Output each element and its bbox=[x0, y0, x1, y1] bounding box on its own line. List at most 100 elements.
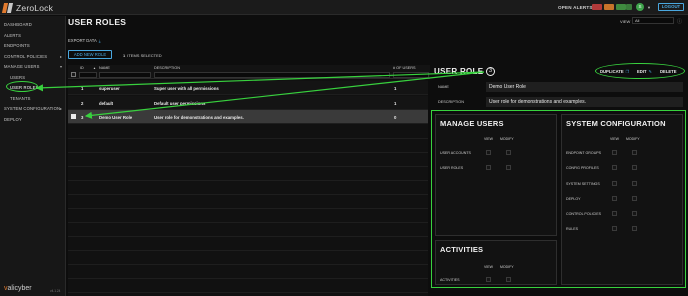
sidebar-item-tenants[interactable]: TENANTS bbox=[10, 96, 31, 101]
modify-checkbox[interactable] bbox=[632, 226, 637, 231]
items-selected-indicator: 1 ITEMS SELECTED bbox=[123, 53, 162, 58]
filter-name-input[interactable] bbox=[99, 72, 151, 78]
view-column-header: VIEW bbox=[484, 137, 493, 141]
table-row[interactable]: 1 superuser Super user with all permissi… bbox=[68, 81, 430, 95]
sidebar-item-alerts[interactable]: ALERTS bbox=[4, 33, 21, 38]
sidebar-item-manage-users[interactable]: MANAGE USERS bbox=[4, 64, 40, 69]
modify-checkbox[interactable] bbox=[632, 150, 637, 155]
pencil-icon: ✎ bbox=[648, 69, 653, 74]
page-title: USER ROLES bbox=[68, 17, 127, 27]
name-label: NAME bbox=[438, 85, 449, 89]
empty-row bbox=[68, 279, 430, 293]
view-checkbox[interactable] bbox=[486, 150, 491, 155]
empty-row bbox=[68, 209, 430, 223]
empty-row bbox=[68, 223, 430, 237]
empty-row bbox=[68, 181, 430, 195]
chevron-down-icon: ▾ bbox=[60, 64, 63, 69]
alert-high-counter[interactable] bbox=[604, 4, 614, 10]
logout-button[interactable]: LOGOUT bbox=[658, 3, 684, 11]
modify-checkbox[interactable] bbox=[632, 196, 637, 201]
logo-text: ZeroLock bbox=[16, 2, 54, 13]
table-scrollbar[interactable] bbox=[428, 80, 430, 296]
row-description: Default user permissions bbox=[154, 101, 206, 106]
view-checkbox[interactable] bbox=[612, 196, 617, 201]
sidebar-item-control-policies[interactable]: CONTROL POLICIES bbox=[4, 54, 47, 59]
modify-checkbox[interactable] bbox=[506, 165, 511, 170]
filter-users-input[interactable] bbox=[393, 72, 429, 78]
chevron-down-icon[interactable]: ▼ bbox=[647, 5, 651, 10]
view-checkbox[interactable] bbox=[486, 165, 491, 170]
step-number-badge: 3 bbox=[486, 67, 495, 76]
row-checkbox-checked[interactable] bbox=[71, 114, 76, 119]
edit-button[interactable]: EDIT ✎ bbox=[637, 69, 652, 74]
empty-row bbox=[68, 139, 430, 153]
perm-control-policies: CONTROL POLICIES bbox=[566, 212, 602, 216]
modify-checkbox[interactable] bbox=[506, 150, 511, 155]
modify-checkbox[interactable] bbox=[506, 277, 511, 282]
open-alerts-label: OPEN ALERTS bbox=[558, 5, 593, 10]
sidebar-item-endpoints[interactable]: ENDPOINTS bbox=[4, 43, 30, 48]
column-header-users[interactable]: # OF USERS bbox=[393, 66, 416, 70]
modify-checkbox[interactable] bbox=[632, 165, 637, 170]
detail-title: USER ROLE bbox=[434, 67, 484, 76]
modify-column-header: MODIFY bbox=[500, 265, 514, 269]
empty-row bbox=[68, 153, 430, 167]
row-name: default bbox=[99, 101, 114, 106]
filter-description-input[interactable] bbox=[154, 72, 390, 78]
sidebar-item-deploy[interactable]: DEPLOY bbox=[4, 117, 22, 122]
column-header-name[interactable]: NAME bbox=[99, 66, 110, 70]
card-title: SYSTEM CONFIGURATION bbox=[566, 119, 666, 128]
card-title: MANAGE USERS bbox=[440, 119, 504, 128]
row-name: Demo User Role bbox=[99, 115, 133, 120]
add-new-role-button[interactable]: ADD NEW ROLE bbox=[68, 50, 112, 59]
empty-row bbox=[68, 265, 430, 279]
alert-low-counter[interactable] bbox=[626, 4, 632, 10]
table-header: ID ▲ NAME DESCRIPTION # OF USERS bbox=[68, 65, 430, 79]
system-configuration-card: SYSTEM CONFIGURATION VIEW MODIFY ENDPOIN… bbox=[561, 114, 683, 285]
view-label: VIEW bbox=[620, 19, 631, 24]
table-row[interactable]: 2 default Default user permissions 1 bbox=[68, 96, 430, 110]
duplicate-button[interactable]: DUPLICATE ❐ bbox=[600, 69, 629, 74]
table-row-selected[interactable]: 3 Demo User Role User role for demonstra… bbox=[68, 110, 430, 124]
row-id: 1 bbox=[81, 86, 84, 91]
chevron-right-icon: ▸ bbox=[60, 54, 63, 59]
sidebar-item-users[interactable]: USERS bbox=[10, 75, 25, 80]
view-checkbox[interactable] bbox=[612, 181, 617, 186]
empty-row bbox=[68, 195, 430, 209]
export-data-link[interactable]: EXPORT DATA ⤓ bbox=[68, 38, 101, 43]
info-icon[interactable]: ⓘ bbox=[677, 18, 682, 25]
row-users: 1 bbox=[394, 101, 397, 106]
version-label: v4.1.24 bbox=[50, 289, 61, 293]
modify-checkbox[interactable] bbox=[632, 211, 637, 216]
alert-medium-counter[interactable] bbox=[616, 4, 626, 10]
sidebar-item-dashboard[interactable]: DASHBOARD bbox=[4, 22, 32, 27]
perm-rules: RULES bbox=[566, 227, 578, 231]
view-checkbox[interactable] bbox=[612, 211, 617, 216]
view-checkbox[interactable] bbox=[612, 165, 617, 170]
row-users: 1 bbox=[394, 86, 397, 91]
sidebar-item-system-configuration[interactable]: SYSTEM CONFIGURATION bbox=[4, 106, 60, 111]
empty-row bbox=[68, 125, 430, 139]
filter-id-input[interactable] bbox=[79, 72, 97, 78]
column-header-description[interactable]: DESCRIPTION bbox=[154, 66, 180, 70]
modify-checkbox[interactable] bbox=[632, 181, 637, 186]
logo[interactable]: ZeroLock bbox=[1, 2, 54, 13]
view-checkbox[interactable] bbox=[612, 150, 617, 155]
column-header-id[interactable]: ID bbox=[80, 66, 84, 70]
perm-user-accounts: USER ACCOUNTS bbox=[440, 151, 471, 155]
description-label: DESCRIPTION bbox=[438, 100, 464, 104]
delete-button[interactable]: DELETE bbox=[660, 69, 677, 74]
name-value: Demo User Role bbox=[486, 82, 683, 92]
alert-critical-counter[interactable] bbox=[592, 4, 602, 10]
view-select[interactable]: All bbox=[632, 17, 674, 24]
select-all-checkbox[interactable] bbox=[71, 72, 76, 77]
sort-ascending-icon[interactable]: ▲ bbox=[93, 66, 96, 70]
user-avatar[interactable]: S bbox=[636, 3, 644, 11]
brand-logo: valicyber bbox=[4, 285, 32, 292]
row-id: 2 bbox=[81, 101, 84, 106]
perm-user-roles: USER ROLES bbox=[440, 166, 464, 170]
view-checkbox[interactable] bbox=[612, 226, 617, 231]
view-checkbox[interactable] bbox=[486, 277, 491, 282]
perm-config-profiles: CONFIG PROFILES bbox=[566, 166, 599, 170]
perm-activities: ACTIVITIES bbox=[440, 278, 460, 282]
